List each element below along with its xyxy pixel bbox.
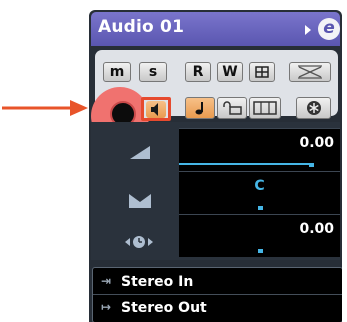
monitor-speaker-icon — [151, 103, 158, 116]
solo-button[interactable]: s — [139, 62, 167, 82]
lock-button[interactable] — [217, 97, 247, 119]
timebase-button[interactable] — [185, 97, 215, 119]
arrow-right-icon — [2, 100, 88, 116]
fader-icon — [130, 146, 150, 159]
delay-handle[interactable] — [258, 249, 263, 253]
volume-fader[interactable]: 0.00 — [179, 128, 340, 171]
input-routing[interactable]: ⇥ Stereo In — [93, 271, 342, 293]
monitor-button[interactable] — [141, 97, 171, 121]
track-inspector: Audio 01 e m s R W 0.00 C 0.00 ⇥ Stereo … — [89, 10, 342, 322]
delay-icon — [125, 236, 153, 248]
freeze-icon — [306, 101, 321, 115]
note-icon — [195, 102, 203, 115]
bypass-x-icon — [298, 65, 322, 79]
pan-icon — [129, 194, 151, 208]
pan-handle[interactable] — [258, 206, 263, 210]
routing-section: ⇥ Stereo In ↦ Stereo Out — [92, 267, 342, 322]
routing-divider — [93, 294, 342, 295]
fader-section: 0.00 C 0.00 — [91, 122, 340, 260]
track-title-bar[interactable]: Audio 01 e — [91, 12, 340, 46]
edit-e-icon[interactable]: e — [318, 18, 340, 40]
channel-grid-icon — [255, 66, 269, 78]
expand-triangle-icon[interactable] — [305, 25, 311, 35]
pan-fader[interactable]: C — [179, 171, 340, 214]
volume-level-bar — [179, 163, 311, 165]
freeze-button[interactable] — [296, 97, 331, 119]
output-routing[interactable]: ↦ Stereo Out — [93, 297, 342, 319]
pan-value: C — [254, 178, 265, 194]
output-icon: ↦ — [101, 300, 112, 314]
track-name[interactable]: Audio 01 — [98, 17, 184, 37]
write-automation-button[interactable]: W — [217, 62, 243, 82]
edit-channel-settings-button[interactable] — [249, 62, 275, 82]
input-icon: ⇥ — [101, 274, 112, 288]
output-routing-label: Stereo Out — [121, 300, 207, 316]
volume-handle[interactable] — [309, 163, 314, 167]
lock-icon — [223, 101, 242, 115]
delay-fader[interactable]: 0.00 — [179, 214, 340, 257]
mute-button[interactable]: m — [103, 62, 131, 82]
delay-value: 0.00 — [299, 221, 334, 237]
input-routing-label: Stereo In — [121, 274, 194, 290]
bypass-button[interactable] — [289, 62, 331, 82]
lane-icon — [253, 101, 277, 115]
read-automation-button[interactable]: R — [185, 62, 211, 82]
lane-button[interactable] — [249, 97, 281, 119]
volume-value: 0.00 — [299, 135, 334, 151]
